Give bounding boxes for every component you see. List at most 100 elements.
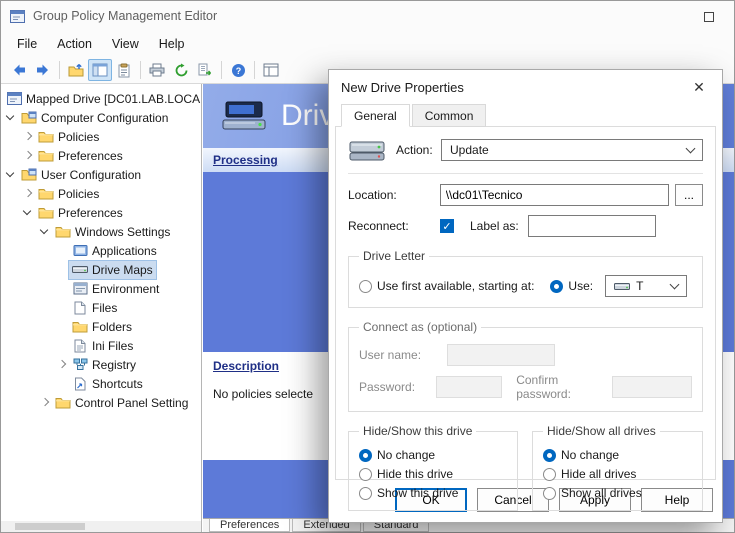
radio-icon — [359, 487, 372, 500]
tree-item-policies[interactable]: Policies — [1, 127, 201, 146]
export-list-icon[interactable] — [193, 59, 217, 81]
tree-horizontal-scrollbar[interactable] — [1, 521, 201, 532]
tree-item-drive-maps[interactable]: Drive Maps — [1, 260, 201, 279]
tab-general[interactable]: General — [341, 104, 410, 127]
radio-icon — [543, 468, 556, 481]
tree-item-preferences[interactable]: Preferences — [1, 203, 201, 222]
folder-icon — [38, 130, 54, 143]
back-icon[interactable] — [7, 59, 31, 81]
menu-file[interactable]: File — [7, 33, 47, 55]
tree-item-label: Files — [92, 301, 117, 315]
chevron-down-icon[interactable] — [20, 205, 35, 220]
tree-item-computer-configuration[interactable]: Computer Configuration — [1, 108, 201, 127]
tab-common[interactable]: Common — [412, 104, 487, 127]
tree-item-environment[interactable]: Environment — [1, 279, 201, 298]
radio-show-this-drive[interactable]: Show this drive — [359, 486, 507, 500]
menu-action[interactable]: Action — [47, 33, 102, 55]
drive-letter-value: T — [636, 279, 643, 293]
scrollbar-thumb[interactable] — [15, 523, 85, 530]
applications-icon — [72, 244, 88, 257]
radio-use[interactable]: Use: — [550, 279, 593, 293]
chevron-right-icon[interactable] — [20, 148, 35, 163]
up-one-level-icon[interactable] — [64, 59, 88, 81]
dialog-title-bar: New Drive Properties ✕ — [329, 70, 722, 104]
radio-label: Show all drives — [561, 486, 642, 500]
radio-use-first-available[interactable]: Use first available, starting at: — [359, 279, 534, 293]
label-as-input[interactable] — [528, 215, 656, 237]
action-select[interactable]: Update — [441, 139, 703, 161]
chevron-right-icon[interactable] — [20, 186, 35, 201]
radio-this-no-change[interactable]: No change — [359, 448, 507, 462]
radio-show-all-drives[interactable]: Show all drives — [543, 486, 692, 500]
folder-icon — [38, 206, 54, 219]
drive-letter-title: Drive Letter — [359, 249, 429, 263]
forward-icon[interactable] — [31, 59, 55, 81]
environment-icon — [72, 282, 88, 295]
user-name-label: User name: — [359, 348, 447, 362]
new-window-icon[interactable] — [259, 59, 283, 81]
tree-item-label: Applications — [92, 244, 157, 258]
processing-link[interactable]: Processing — [213, 153, 278, 167]
description-link[interactable]: Description — [213, 359, 279, 373]
tree-item-core: Drive Maps — [69, 261, 156, 279]
tree-item-mapped-drive-dc01-lab-loca[interactable]: Mapped Drive [DC01.LAB.LOCA — [1, 89, 201, 108]
tree-item-applications[interactable]: Applications — [1, 241, 201, 260]
tree-item-folders[interactable]: Folders — [1, 317, 201, 336]
tree-item-control-panel-setting[interactable]: Control Panel Setting — [1, 393, 201, 412]
location-label: Location: — [348, 188, 440, 202]
menu-bar: File Action View Help — [1, 31, 734, 57]
dialog-tabs: General Common — [329, 104, 722, 126]
password-label: Password: — [359, 380, 436, 394]
dialog-title: New Drive Properties — [341, 80, 464, 95]
tree-item-core: Control Panel Setting — [52, 394, 191, 412]
location-input[interactable] — [440, 184, 669, 206]
expander-spacer — [54, 338, 69, 353]
drive-letter-select[interactable]: T — [605, 275, 687, 297]
tree-item-registry[interactable]: Registry — [1, 355, 201, 374]
config-icon — [21, 168, 37, 181]
tree-item-ini-files[interactable]: Ini Files — [1, 336, 201, 355]
label-as-label: Label as: — [470, 219, 528, 233]
tree-item-files[interactable]: Files — [1, 298, 201, 317]
chevron-down-icon[interactable] — [3, 167, 18, 182]
tree-item-user-configuration[interactable]: User Configuration — [1, 165, 201, 184]
radio-all-no-change[interactable]: No change — [543, 448, 692, 462]
reconnect-checkbox[interactable] — [440, 219, 454, 233]
confirm-password-label: Confirm password: — [516, 373, 604, 401]
tree-item-policies[interactable]: Policies — [1, 184, 201, 203]
refresh-icon[interactable] — [169, 59, 193, 81]
browse-button[interactable]: ... — [675, 184, 703, 206]
chevron-down-icon[interactable] — [37, 224, 52, 239]
svg-text:?: ? — [235, 66, 241, 76]
close-icon[interactable]: ✕ — [688, 79, 710, 96]
tree-item-core: Windows Settings — [52, 223, 173, 241]
tree-item-label: Shortcuts — [92, 377, 143, 391]
password-input — [436, 376, 502, 398]
help-icon[interactable]: ? — [226, 59, 250, 81]
action-value: Update — [450, 143, 489, 157]
gpme-window: Group Policy Management Editor File Acti… — [0, 0, 735, 533]
properties-icon[interactable] — [112, 59, 136, 81]
connect-as-title: Connect as (optional) — [359, 320, 481, 334]
radio-hide-this-drive[interactable]: Hide this drive — [359, 467, 507, 481]
tab-preferences[interactable]: Preferences — [209, 519, 290, 532]
tree-item-label: Preferences — [58, 149, 123, 163]
console-tree-toggle-icon[interactable] — [88, 59, 112, 81]
tree-item-windows-settings[interactable]: Windows Settings — [1, 222, 201, 241]
tree-item-core: Computer Configuration — [18, 109, 171, 127]
menu-help[interactable]: Help — [149, 33, 195, 55]
tree-item-shortcuts[interactable]: Shortcuts — [1, 374, 201, 393]
chevron-right-icon[interactable] — [37, 395, 52, 410]
chevron-down-icon[interactable] — [3, 110, 18, 125]
radio-hide-all-drives[interactable]: Hide all drives — [543, 467, 692, 481]
reconnect-label: Reconnect: — [348, 219, 440, 233]
chevron-right-icon[interactable] — [20, 129, 35, 144]
tree-item-preferences[interactable]: Preferences — [1, 146, 201, 165]
toolbar-separator — [140, 61, 141, 79]
maximize-button[interactable] — [696, 7, 722, 27]
print-icon[interactable] — [145, 59, 169, 81]
chevron-right-icon[interactable] — [54, 357, 69, 372]
tree-item-core: Shortcuts — [69, 375, 146, 393]
expander-spacer — [54, 281, 69, 296]
menu-view[interactable]: View — [102, 33, 149, 55]
